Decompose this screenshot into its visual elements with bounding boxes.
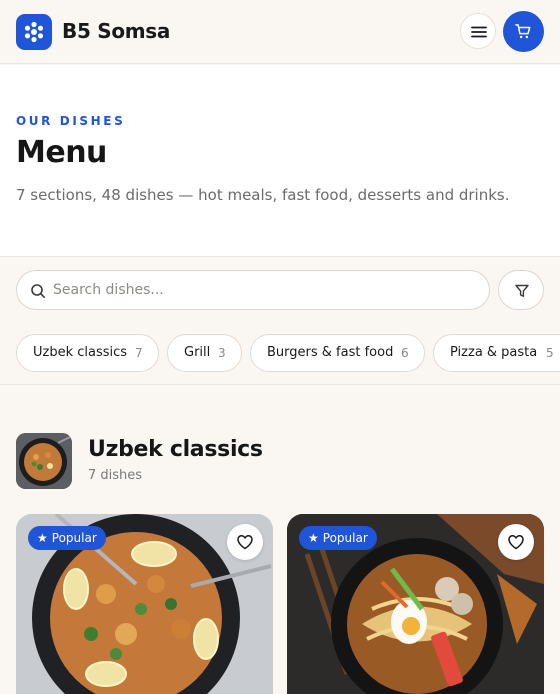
chip-count: 6: [401, 346, 409, 360]
section-eyebrow: OUR DISHES: [16, 114, 126, 128]
brand-name[interactable]: B5 Somsa: [62, 19, 170, 43]
chip-uzbek-classics[interactable]: Uzbek classics 7: [16, 334, 159, 372]
heart-icon: [508, 535, 524, 550]
section-dish-count: 7 dishes: [88, 468, 143, 483]
menu-hero: OUR DISHES Menu 7 sections, 48 dishes — …: [0, 65, 560, 257]
page-subtitle: 7 sections, 48 dishes — hot meals, fast …: [16, 186, 510, 204]
badge-label: Popular: [51, 531, 97, 545]
dish-card[interactable]: ★ Popular: [16, 514, 273, 694]
popular-badge: ★ Popular: [28, 526, 106, 550]
chip-count: 7: [135, 346, 143, 360]
star-icon: ★: [37, 531, 48, 545]
star-icon: ★: [308, 531, 319, 545]
chip-count: 3: [218, 346, 226, 360]
page-title: Menu: [16, 135, 107, 170]
chip-grill[interactable]: Grill 3: [167, 334, 242, 372]
chip-burgers-fast-food[interactable]: Burgers & fast food 6: [250, 334, 425, 372]
chip-label: Grill: [184, 345, 211, 360]
chip-label: Uzbek classics: [33, 345, 128, 360]
popular-badge: ★ Popular: [299, 526, 377, 550]
favorite-button[interactable]: [498, 524, 534, 560]
cart-button[interactable]: [503, 11, 544, 52]
search-bar[interactable]: [16, 270, 490, 310]
cart-icon: [515, 24, 531, 39]
flower-logo-icon[interactable]: [16, 14, 52, 50]
section-title: Uzbek classics: [88, 437, 263, 462]
dish-card[interactable]: ★ Popular: [287, 514, 544, 694]
chip-label: Pizza & pasta: [450, 345, 538, 360]
menu-button[interactable]: [460, 13, 496, 49]
chip-label: Burgers & fast food: [267, 345, 394, 360]
badge-label: Popular: [322, 531, 368, 545]
section-thumbnail: [16, 433, 72, 489]
hamburger-icon: [471, 26, 487, 38]
filter-icon: [515, 284, 529, 297]
chip-count: 5: [546, 346, 554, 360]
top-bar: B5 Somsa: [0, 0, 560, 64]
filter-button[interactable]: [498, 270, 544, 310]
category-chips: Uzbek classics 7 Grill 3 Burgers & fast …: [0, 334, 560, 372]
chip-pizza-pasta[interactable]: Pizza & pasta 5: [433, 334, 560, 372]
search-icon: [31, 284, 45, 298]
heart-icon: [237, 535, 253, 550]
chips-divider: [0, 384, 560, 385]
search-input[interactable]: [53, 279, 473, 301]
favorite-button[interactable]: [227, 524, 263, 560]
